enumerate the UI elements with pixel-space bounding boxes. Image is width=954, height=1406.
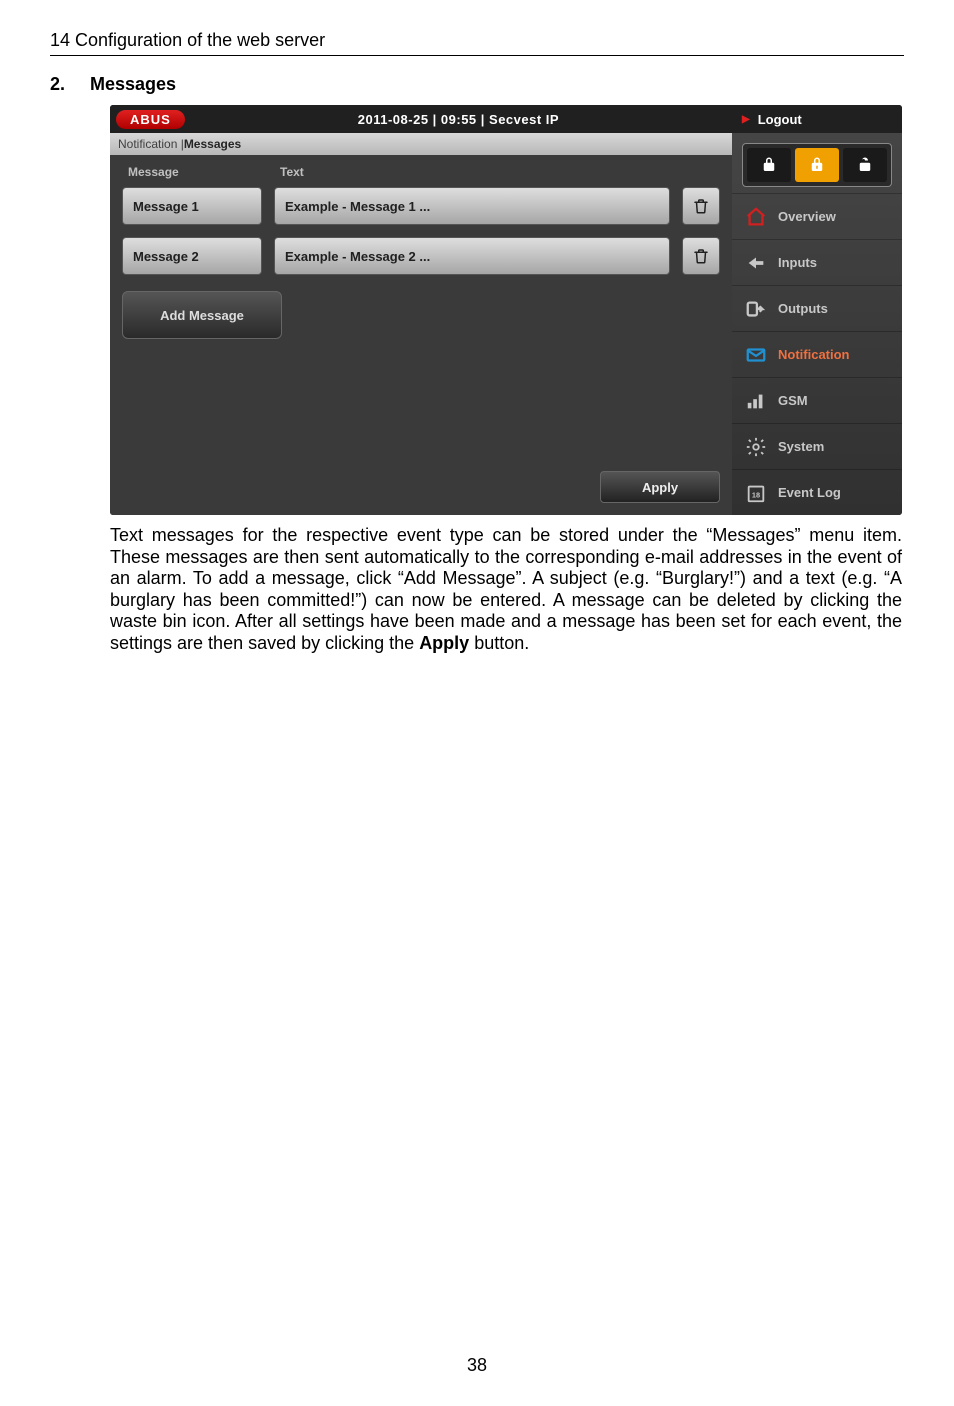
abus-logo: ABUS xyxy=(116,110,185,129)
nav-label: Overview xyxy=(778,209,836,224)
breadcrumb: Notification | Messages xyxy=(110,133,732,155)
body-tail: button. xyxy=(469,633,529,653)
nav-overview[interactable]: Overview xyxy=(732,193,902,239)
signal-icon xyxy=(744,389,768,413)
nav-label: Event Log xyxy=(778,485,841,500)
nav-system[interactable]: System xyxy=(732,423,902,469)
nav-label: GSM xyxy=(778,393,808,408)
house-icon xyxy=(744,205,768,229)
page-number: 38 xyxy=(50,1355,904,1376)
topbar: ABUS 2011-08-25 | 09:55 | Secvest IP xyxy=(110,105,732,133)
arrow-out-icon xyxy=(744,297,768,321)
nav-outputs[interactable]: Outputs xyxy=(732,285,902,331)
trash-icon xyxy=(692,196,710,216)
lock-open-icon[interactable] xyxy=(843,148,887,182)
lock-closed-icon[interactable] xyxy=(747,148,791,182)
envelope-icon xyxy=(744,343,768,367)
lock-partial-icon[interactable] xyxy=(795,148,839,182)
table-row: Message 1 Example - Message 1 ... xyxy=(122,187,720,225)
message-text-cell[interactable]: Example - Message 1 ... xyxy=(274,187,670,225)
gear-icon xyxy=(744,435,768,459)
nav-notification[interactable]: Notification xyxy=(732,331,902,377)
arrow-in-icon xyxy=(744,251,768,275)
screenshot-figure: ABUS 2011-08-25 | 09:55 | Secvest IP Not… xyxy=(110,105,904,515)
body-paragraph: Text messages for the respective event t… xyxy=(110,525,902,655)
section-heading: 2. Messages xyxy=(50,74,904,95)
delete-button[interactable] xyxy=(682,187,720,225)
nav-label: Inputs xyxy=(778,255,817,270)
message-name-cell[interactable]: Message 1 xyxy=(122,187,262,225)
logout-label: Logout xyxy=(758,112,802,127)
logout-link[interactable]: ▶ Logout xyxy=(732,105,902,133)
nav-label: Outputs xyxy=(778,301,828,316)
table-row: Message 2 Example - Message 2 ... xyxy=(122,237,720,275)
section-title: Messages xyxy=(90,74,176,95)
nav-gsm[interactable]: GSM xyxy=(732,377,902,423)
col-header-text: Text xyxy=(274,165,304,179)
status-panel xyxy=(732,133,902,193)
page-header: 14 Configuration of the web server xyxy=(50,30,904,56)
section-number: 2. xyxy=(50,74,90,95)
breadcrumb-current: Messages xyxy=(184,137,241,151)
svg-text:18: 18 xyxy=(752,490,760,499)
logout-arrow-icon: ▶ xyxy=(742,114,750,125)
datetime-title: 2011-08-25 | 09:55 | Secvest IP xyxy=(185,112,732,127)
breadcrumb-prefix: Notification | xyxy=(118,137,184,151)
nav-label: System xyxy=(778,439,824,454)
message-text-cell[interactable]: Example - Message 2 ... xyxy=(274,237,670,275)
body-bold: Apply xyxy=(419,633,469,653)
delete-button[interactable] xyxy=(682,237,720,275)
nav-label: Notification xyxy=(778,347,850,362)
nav-event-log[interactable]: 18 Event Log xyxy=(732,469,902,515)
trash-icon xyxy=(692,246,710,266)
col-header-message: Message xyxy=(122,165,262,179)
message-name-cell[interactable]: Message 2 xyxy=(122,237,262,275)
calendar-icon: 18 xyxy=(744,481,768,505)
add-message-button[interactable]: Add Message xyxy=(122,291,282,339)
nav-inputs[interactable]: Inputs xyxy=(732,239,902,285)
apply-button[interactable]: Apply xyxy=(600,471,720,503)
content-area: Message Text Message 1 Example - Message… xyxy=(110,155,732,515)
